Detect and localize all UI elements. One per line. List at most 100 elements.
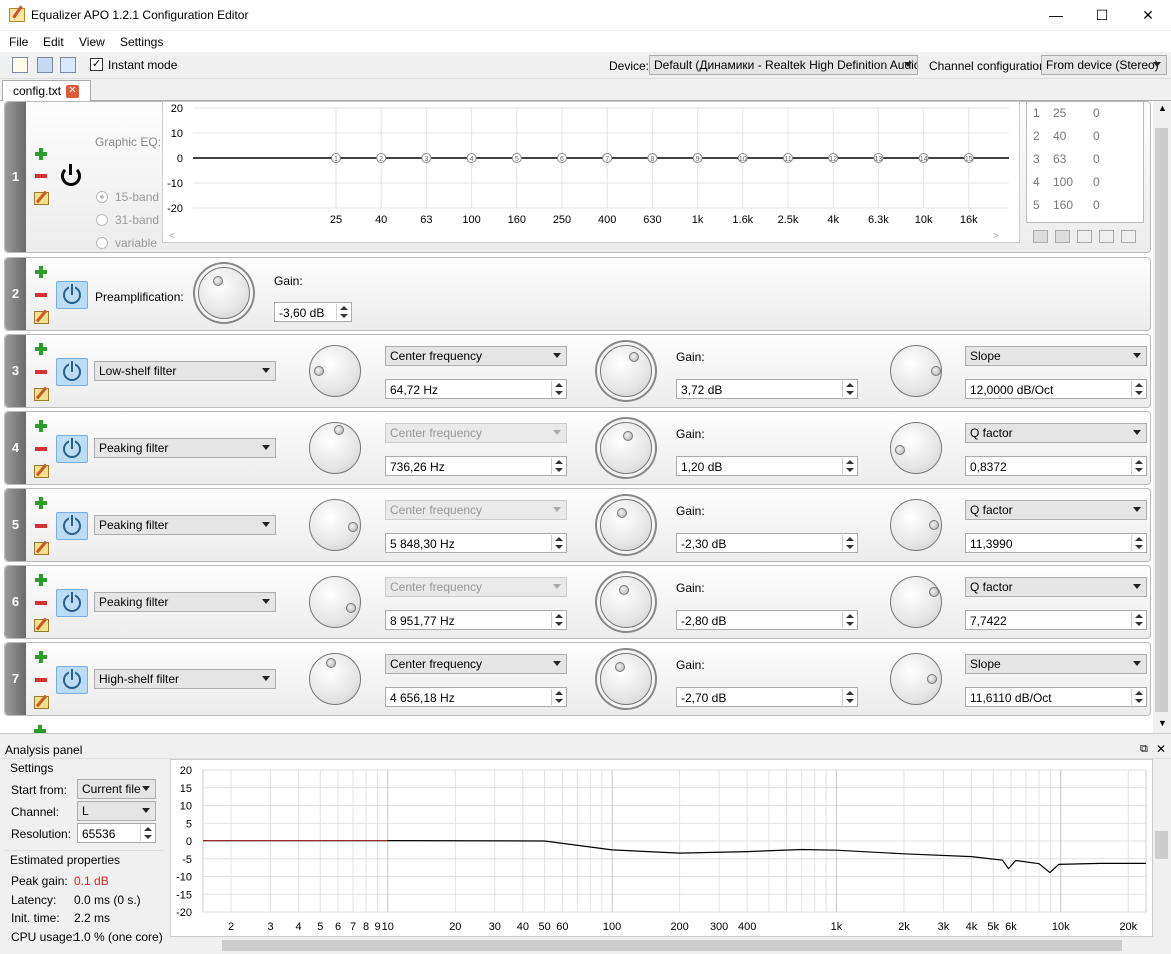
band-table[interactable]: 1 25 02 40 03 63 04 100 05 160 0 bbox=[1026, 101, 1144, 223]
q-mode-select[interactable]: Slope bbox=[965, 346, 1147, 366]
save-bands-icon[interactable] bbox=[1055, 230, 1070, 243]
normalize-icon[interactable] bbox=[1099, 230, 1114, 243]
load-icon[interactable] bbox=[1033, 230, 1048, 243]
power-button[interactable] bbox=[56, 435, 88, 463]
gain-knob[interactable] bbox=[600, 345, 652, 397]
channel-select[interactable]: L bbox=[77, 801, 156, 821]
add-filter-icon[interactable] bbox=[34, 725, 46, 733]
power-button[interactable] bbox=[56, 358, 88, 386]
remove-icon[interactable] bbox=[35, 678, 47, 682]
frequency-mode-select[interactable]: Center frequency bbox=[385, 423, 567, 443]
frequency-knob[interactable] bbox=[309, 345, 361, 397]
frequency-input[interactable]: 5 848,30 Hz bbox=[385, 533, 567, 553]
frequency-mode-select[interactable]: Center frequency bbox=[385, 500, 567, 520]
scroll-right-icon[interactable]: > bbox=[993, 231, 999, 242]
graphic-eq-graph[interactable]: 20 10 0 -10 -20 25 40 63 100 160 250 400 630 1k 1.6k 2.… bbox=[162, 101, 1020, 243]
edit-icon[interactable] bbox=[34, 192, 49, 205]
frequency-knob[interactable] bbox=[309, 653, 361, 705]
analysis-graph[interactable]: 20 15 10 5 0 -5 -10 -15 -20 2 3 4 5 6 7 8 9 10 20 30 40 50 60 1… bbox=[170, 759, 1153, 937]
power-button[interactable] bbox=[56, 666, 88, 694]
gain-input[interactable]: -2,70 dB bbox=[676, 687, 858, 707]
filter-type-select[interactable]: Peaking filter bbox=[94, 438, 276, 458]
q-mode-select[interactable]: Q factor bbox=[965, 423, 1147, 443]
editor-scrollbar[interactable]: ▲ ▼ bbox=[1153, 101, 1171, 733]
q-knob[interactable] bbox=[890, 653, 942, 705]
gain-knob[interactable] bbox=[600, 422, 652, 474]
tab-config-txt[interactable]: config.txt ✕ bbox=[2, 80, 91, 102]
maximize-button[interactable]: ☐ bbox=[1079, 0, 1125, 31]
q-input[interactable]: 12,0000 dB/Oct bbox=[965, 379, 1147, 399]
add-icon[interactable] bbox=[35, 651, 47, 663]
editor-scroll-thumb[interactable] bbox=[1155, 128, 1168, 712]
close-panel-icon[interactable]: ✕ bbox=[1156, 742, 1166, 756]
scroll-down-icon[interactable]: ▼ bbox=[1158, 718, 1167, 728]
menu-file[interactable]: File bbox=[9, 35, 28, 49]
add-icon[interactable] bbox=[35, 420, 47, 432]
analysis-vscroll-thumb[interactable] bbox=[1155, 831, 1168, 859]
start-from-select[interactable]: Current file bbox=[77, 779, 156, 799]
q-knob[interactable] bbox=[890, 345, 942, 397]
frequency-knob[interactable] bbox=[309, 576, 361, 628]
frequency-knob[interactable] bbox=[309, 422, 361, 474]
q-knob[interactable] bbox=[890, 422, 942, 474]
remove-icon[interactable] bbox=[35, 601, 47, 605]
gain-input[interactable]: -2,80 dB bbox=[676, 610, 858, 630]
band-table-row[interactable]: 5 160 0 bbox=[1027, 194, 1143, 217]
q-knob[interactable] bbox=[890, 499, 942, 551]
float-panel-icon[interactable]: ⧉ bbox=[1140, 743, 1148, 756]
gain-knob[interactable] bbox=[600, 576, 652, 628]
gain-knob[interactable] bbox=[600, 499, 652, 551]
analysis-hscroll[interactable] bbox=[170, 937, 1153, 954]
band-table-row[interactable]: 2 40 0 bbox=[1027, 125, 1143, 148]
menu-edit[interactable]: Edit bbox=[43, 35, 64, 49]
add-icon[interactable] bbox=[35, 497, 47, 509]
frequency-input[interactable]: 64,72 Hz bbox=[385, 379, 567, 399]
frequency-mode-select[interactable]: Center frequency bbox=[385, 346, 567, 366]
preamp-gain-knob[interactable] bbox=[198, 267, 250, 319]
save-as-icon[interactable] bbox=[60, 57, 76, 73]
add-icon[interactable] bbox=[35, 343, 47, 355]
new-file-icon[interactable] bbox=[12, 57, 28, 73]
filter-type-select[interactable]: Peaking filter bbox=[94, 592, 276, 612]
q-input[interactable]: 11,3990 bbox=[965, 533, 1147, 553]
tab-close-icon[interactable]: ✕ bbox=[66, 85, 79, 98]
mode-15-band-radio[interactable] bbox=[96, 191, 108, 203]
gain-input[interactable]: 3,72 dB bbox=[676, 379, 858, 399]
invert-icon[interactable] bbox=[1077, 230, 1092, 243]
remove-icon[interactable] bbox=[35, 293, 47, 297]
graphic-eq-plot[interactable]: 20100-10-2025 40 63 100 160 250 400 630 1k 1.6k 2.… bbox=[163, 102, 1021, 244]
remove-icon[interactable] bbox=[35, 524, 47, 528]
close-button[interactable]: ✕ bbox=[1125, 0, 1171, 31]
edit-icon[interactable] bbox=[34, 465, 49, 478]
remove-icon[interactable] bbox=[35, 370, 47, 374]
band-table-row[interactable]: 4 100 0 bbox=[1027, 171, 1143, 194]
save-icon[interactable] bbox=[37, 57, 53, 73]
resolution-input[interactable]: 65536 bbox=[77, 823, 156, 843]
remove-icon[interactable] bbox=[35, 447, 47, 451]
power-button[interactable] bbox=[56, 281, 88, 309]
add-icon[interactable] bbox=[35, 266, 47, 278]
edit-icon[interactable] bbox=[34, 696, 49, 709]
q-input[interactable]: 0,8372 bbox=[965, 456, 1147, 476]
mode-variable-radio[interactable] bbox=[96, 237, 108, 249]
q-input[interactable]: 11,6110 dB/Oct bbox=[965, 687, 1147, 707]
edit-icon[interactable] bbox=[34, 619, 49, 632]
q-mode-select[interactable]: Q factor bbox=[965, 577, 1147, 597]
gain-input[interactable]: -2,30 dB bbox=[676, 533, 858, 553]
edit-icon[interactable] bbox=[34, 311, 49, 324]
edit-icon[interactable] bbox=[34, 388, 49, 401]
minimize-button[interactable]: — bbox=[1033, 0, 1079, 31]
menu-settings[interactable]: Settings bbox=[120, 35, 163, 49]
band-table-row[interactable]: 3 63 0 bbox=[1027, 148, 1143, 171]
filter-type-select[interactable]: Peaking filter bbox=[94, 515, 276, 535]
analysis-vscroll[interactable] bbox=[1153, 759, 1171, 937]
mode-31-band-radio[interactable] bbox=[96, 214, 108, 226]
remove-icon[interactable] bbox=[35, 174, 47, 178]
edit-icon[interactable] bbox=[34, 542, 49, 555]
q-mode-select[interactable]: Slope bbox=[965, 654, 1147, 674]
scroll-up-icon[interactable]: ▲ bbox=[1158, 103, 1167, 113]
filter-type-select[interactable]: High-shelf filter bbox=[94, 669, 276, 689]
add-icon[interactable] bbox=[35, 574, 47, 586]
instant-mode-checkbox[interactable]: ✓ bbox=[90, 58, 103, 71]
frequency-input[interactable]: 4 656,18 Hz bbox=[385, 687, 567, 707]
